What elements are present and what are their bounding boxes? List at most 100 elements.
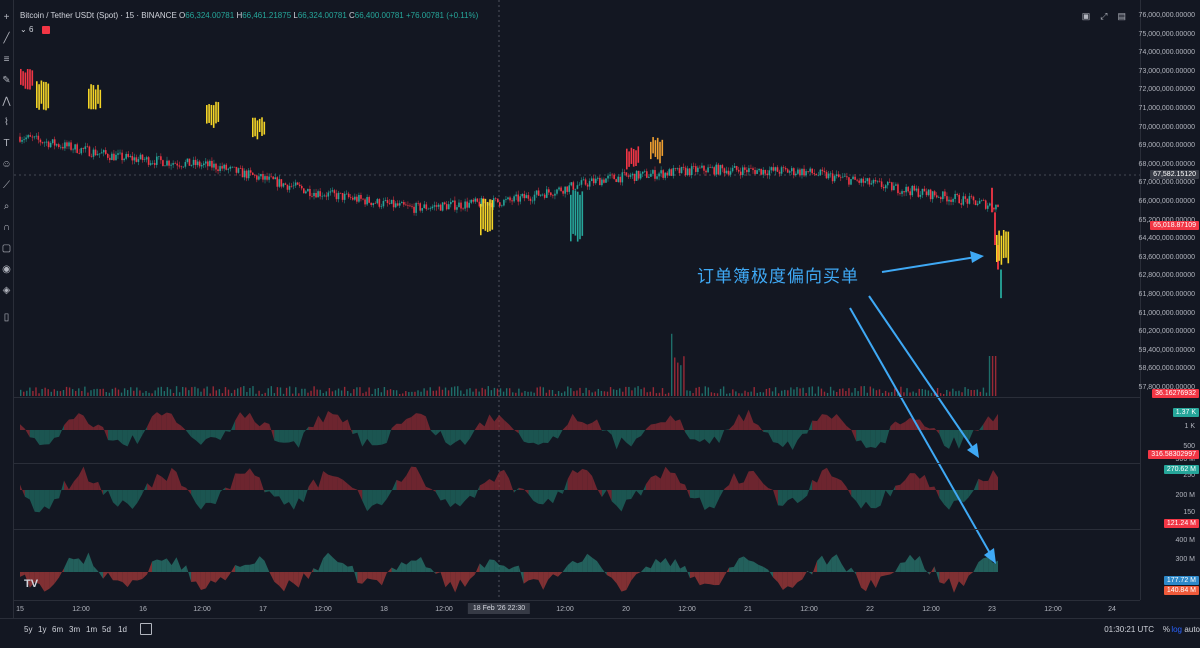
indicator-band <box>831 413 837 430</box>
pane-separator[interactable] <box>14 397 1140 398</box>
candle <box>801 168 803 179</box>
emoji-icon[interactable]: ☺ <box>1 159 12 170</box>
volume-bar <box>533 392 535 396</box>
flag-icon[interactable]: ▣ <box>1082 11 1101 21</box>
symbol-title[interactable]: Bitcoin / Tether USDt (Spot) · 15 · BINA… <box>20 11 177 20</box>
volume-bar <box>472 391 474 396</box>
indicator-band <box>616 430 622 450</box>
candle <box>972 195 975 205</box>
maximize-icon[interactable]: ⤢ <box>1100 11 1117 21</box>
candle <box>66 140 68 150</box>
pane-separator[interactable] <box>14 463 1140 464</box>
indicator-band <box>548 572 554 580</box>
trash-icon[interactable]: ▯ <box>1 312 12 323</box>
lock-icon[interactable]: ▢ <box>1 243 12 254</box>
ruler-icon[interactable]: ⟋ <box>1 180 12 191</box>
calendar-icon[interactable] <box>140 623 152 635</box>
range-1d-button[interactable]: 1d <box>118 625 127 634</box>
magnet-icon[interactable]: ∩ <box>1 222 12 233</box>
settings-icon[interactable]: ▤ <box>1117 11 1136 21</box>
indicator-band <box>670 415 676 430</box>
indicator-band <box>812 420 818 430</box>
indicator-band <box>494 471 500 490</box>
candle <box>394 201 397 209</box>
price-axis[interactable]: 76,000,000.00000 75,000,000.00000 74,000,0… <box>1138 0 1200 600</box>
candle <box>329 188 332 196</box>
candle <box>509 195 511 203</box>
indicator-band <box>753 422 759 430</box>
indicator-band <box>264 422 270 430</box>
indicator-band <box>733 473 739 490</box>
candle <box>445 200 448 211</box>
candle <box>158 156 160 160</box>
trend-line-icon[interactable]: ╱ <box>1 33 12 44</box>
pattern-icon[interactable]: ⋀ <box>1 96 12 107</box>
fib-icon[interactable]: ≡ <box>1 54 12 65</box>
volume-bar <box>591 392 593 396</box>
range-1m-button[interactable]: 1m <box>86 625 97 634</box>
text-icon[interactable]: T <box>1 138 12 149</box>
indicator-band <box>905 554 910 572</box>
price-chart-svg[interactable] <box>14 0 1140 600</box>
indicator-band <box>738 482 744 490</box>
range-6m-button[interactable]: 6m <box>52 625 63 634</box>
candle <box>341 192 344 203</box>
indicator-band <box>259 422 265 430</box>
volume-bar <box>762 392 765 396</box>
indicator-band <box>983 557 989 572</box>
percent-scale-button[interactable]: % <box>1163 625 1170 634</box>
candle <box>135 154 138 163</box>
indicator-band <box>553 490 558 504</box>
price-tick: 60,200,000.00000 <box>1138 328 1195 336</box>
volume-bar <box>539 386 541 396</box>
crosshair-icon[interactable]: + <box>1 12 12 23</box>
indicator-band <box>518 430 524 442</box>
indicators-row[interactable]: ⌄ 6 <box>20 25 50 34</box>
indicator-band <box>699 430 705 442</box>
heatmap-bar <box>24 72 27 89</box>
volume-bar <box>288 386 291 396</box>
tradingview-logo[interactable]: TV <box>24 578 40 592</box>
indicator-band <box>284 572 289 592</box>
eye-icon[interactable]: ◉ <box>1 264 12 275</box>
range-3m-button[interactable]: 3m <box>69 625 80 634</box>
indicator-band <box>518 565 524 584</box>
candle <box>170 162 172 170</box>
candle <box>764 169 767 176</box>
utc-clock[interactable]: 01:30:21 UTC <box>1104 625 1154 634</box>
log-scale-button[interactable]: log <box>1171 625 1182 634</box>
range-1y-button[interactable]: 1y <box>38 625 46 634</box>
indicator-band <box>968 429 974 442</box>
indicator-band <box>49 572 55 589</box>
indicator-band <box>112 430 118 441</box>
zoom-icon[interactable]: ⌕ <box>1 201 12 212</box>
alert-badge-icon[interactable] <box>41 25 50 34</box>
range-5y-button[interactable]: 5y <box>24 625 32 634</box>
candle <box>866 177 869 185</box>
volume-bar <box>554 393 557 396</box>
volume-bar <box>230 393 233 396</box>
candle <box>590 176 593 182</box>
auto-scale-button[interactable]: auto <box>1184 625 1200 634</box>
volume-bar <box>649 391 651 396</box>
layers-icon[interactable]: ◈ <box>1 285 12 296</box>
volume-bar <box>796 387 798 396</box>
time-axis[interactable]: 18 Feb '26 22:30 15 12:00 16 12:00 17 12:00 18… <box>14 600 1140 619</box>
indicator-band <box>587 553 593 572</box>
indicator-band <box>73 558 79 572</box>
brush-icon[interactable]: ✎ <box>1 75 12 86</box>
candle <box>331 187 334 193</box>
measure-icon[interactable]: ⌇ <box>1 117 12 128</box>
indicator-band <box>68 481 74 490</box>
range-5d-button[interactable]: 5d <box>102 625 111 634</box>
candle <box>131 151 134 165</box>
symbol-legend[interactable]: Bitcoin / Tether USDt (Spot) · 15 · BINA… <box>20 11 478 20</box>
price-tick: 58,600,000.00000 <box>1138 365 1195 373</box>
chevron-down-icon[interactable]: ⌄ <box>20 25 27 34</box>
volume-bar <box>130 387 132 396</box>
annotation-arrows <box>849 251 996 564</box>
volume-bar <box>710 392 713 396</box>
candle <box>731 165 734 173</box>
indicator-band <box>59 480 65 499</box>
pane-separator[interactable] <box>14 529 1140 530</box>
